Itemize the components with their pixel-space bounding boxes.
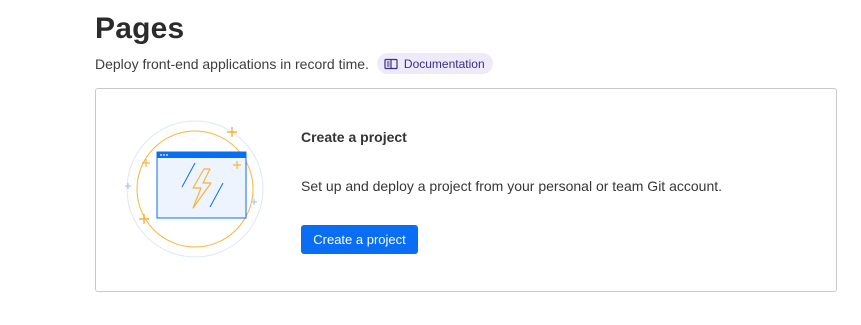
documentation-label: Documentation: [403, 56, 485, 71]
pages-overview: Pages Deploy front-end applications in r…: [0, 0, 861, 325]
documentation-link[interactable]: Documentation: [376, 53, 493, 74]
page-title: Pages: [95, 12, 185, 45]
card-description: Set up and deploy a project from your pe…: [301, 178, 723, 194]
card-title: Create a project: [301, 129, 407, 145]
page-subtitle: Deploy front-end applications in record …: [95, 55, 369, 72]
browser-window-lightning-icon: [120, 117, 270, 267]
create-project-button[interactable]: Create a project: [301, 225, 418, 254]
book-icon: [384, 58, 398, 70]
subtitle-row: Deploy front-end applications in record …: [95, 53, 493, 74]
